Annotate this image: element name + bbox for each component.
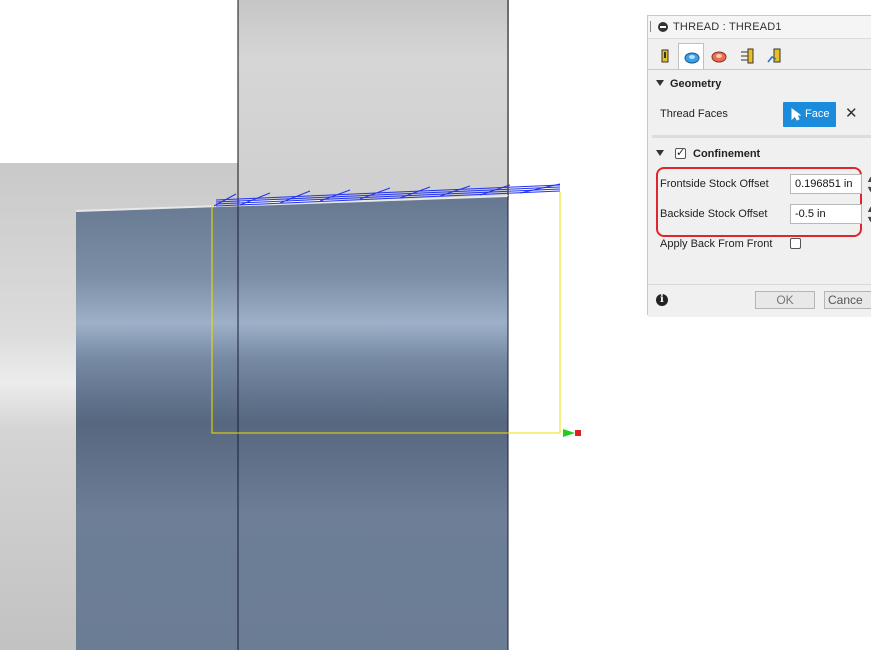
- cursor-icon: [791, 108, 801, 121]
- ok-button[interactable]: OK: [755, 291, 815, 309]
- face-button-label: Face: [805, 108, 830, 120]
- heights-icon: [711, 51, 727, 63]
- apply-back-checkbox[interactable]: [790, 238, 801, 249]
- thread-dialog: THREAD : THREAD1 Geometry Thread Faces F…: [647, 15, 871, 317]
- dialog-title: THREAD : THREAD1: [673, 21, 782, 33]
- confinement-checkbox[interactable]: [675, 146, 686, 159]
- frontside-offset-input[interactable]: 0.196851 in: [790, 174, 862, 194]
- confinement-section-header[interactable]: [656, 148, 670, 160]
- thread-part[interactable]: [76, 196, 508, 650]
- tool-icon: [661, 49, 669, 63]
- geometry-icon: [684, 52, 700, 64]
- face-selection-button[interactable]: Face: [783, 102, 836, 127]
- cancel-button[interactable]: Cance: [824, 291, 871, 309]
- origin-marker-icon: [563, 429, 581, 437]
- frontside-spinner-icon[interactable]: ▲ ▼: [866, 174, 871, 194]
- dialog-tabs: [648, 39, 871, 70]
- backside-spinner-icon[interactable]: ▲ ▼: [866, 204, 871, 224]
- tab-heights[interactable]: [706, 43, 732, 67]
- dialog-footer: OK Cance: [648, 284, 871, 317]
- collapse-icon[interactable]: [658, 22, 668, 32]
- drag-handle-icon[interactable]: [650, 21, 653, 32]
- clear-selection-icon[interactable]: ✕: [845, 106, 858, 122]
- collapse-arrow-icon: [656, 150, 664, 156]
- apply-back-label: Apply Back From Front: [660, 238, 773, 250]
- backside-offset-label: Backside Stock Offset: [660, 208, 768, 220]
- collapse-arrow-icon: [656, 80, 664, 86]
- geometry-section-header[interactable]: Geometry: [656, 78, 721, 90]
- frontside-offset-label: Frontside Stock Offset: [660, 178, 769, 190]
- geometry-header-label: Geometry: [670, 78, 722, 90]
- shaft-body: [238, 0, 509, 200]
- backside-offset-input[interactable]: -0.5 in: [790, 204, 862, 224]
- tab-geometry[interactable]: [678, 43, 704, 69]
- dialog-titlebar[interactable]: THREAD : THREAD1: [648, 16, 871, 39]
- info-icon[interactable]: [656, 294, 668, 306]
- confinement-header-label: Confinement: [693, 148, 761, 160]
- linking-icon: [767, 48, 781, 63]
- tab-tool[interactable]: [652, 43, 678, 67]
- tab-passes[interactable]: [734, 43, 760, 67]
- thread-faces-label: Thread Faces: [660, 108, 728, 120]
- passes-icon: [741, 48, 754, 64]
- section-divider: [652, 135, 871, 138]
- tab-linking[interactable]: [762, 43, 788, 67]
